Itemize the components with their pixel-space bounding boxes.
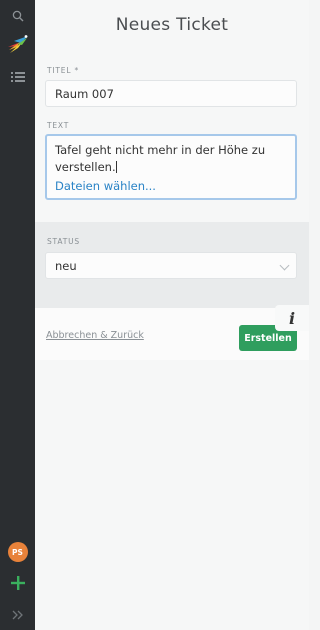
status-select[interactable]: neu [45, 252, 297, 279]
list-icon[interactable] [0, 67, 35, 87]
title-input[interactable]: Raum 007 [45, 80, 297, 107]
chevron-down-icon [279, 260, 290, 271]
avatar-initials: PS [7, 542, 28, 562]
info-icon[interactable]: i [275, 305, 309, 331]
form-actions: Abbrechen & Zurück Erstellen [35, 308, 309, 360]
title-label: TITEL * [47, 66, 80, 75]
sidebar: PS [0, 0, 35, 630]
text-label: TEXT [47, 121, 70, 130]
page-title: Neues Ticket [115, 15, 229, 35]
choose-files-link[interactable]: Dateien wählen... [55, 178, 287, 195]
app-logo[interactable] [0, 32, 35, 56]
text-caret [115, 161, 117, 173]
main-panel: Neues Ticket TITEL * Raum 007 TEXT Tafel… [35, 0, 309, 630]
status-value: neu [55, 259, 77, 273]
expand-sidebar-icon[interactable] [0, 604, 35, 626]
plus-icon[interactable] [0, 572, 35, 594]
status-panel: STATUS neu [35, 222, 309, 308]
text-input[interactable]: Tafel geht nicht mehr in der Höhe zu ver… [45, 134, 297, 200]
user-avatar[interactable]: PS [0, 541, 35, 563]
search-icon[interactable] [0, 6, 35, 26]
cancel-link[interactable]: Abbrechen & Zurück [46, 330, 144, 341]
title-value: Raum 007 [55, 87, 114, 101]
text-value: Tafel geht nicht mehr in der Höhe zu ver… [55, 143, 266, 174]
status-label: STATUS [47, 237, 80, 246]
